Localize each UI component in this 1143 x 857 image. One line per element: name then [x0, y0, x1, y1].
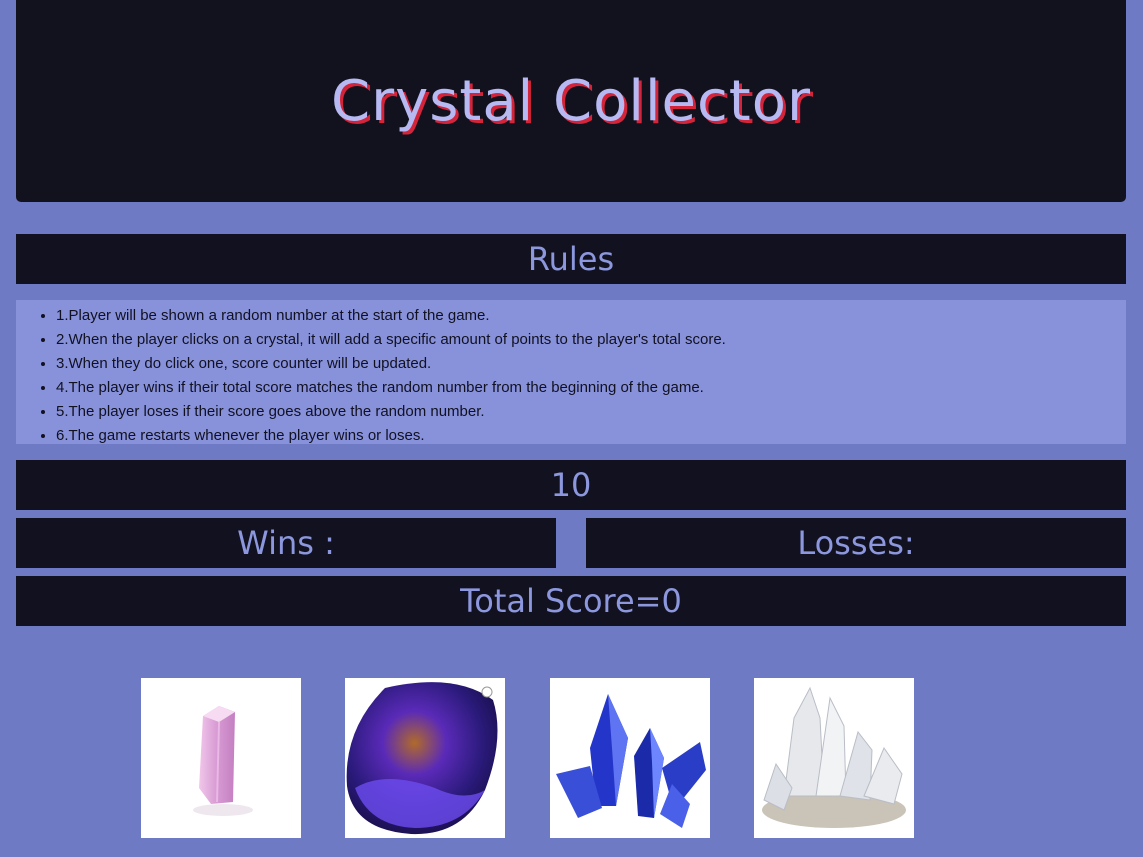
- target-number-panel: 10: [16, 460, 1126, 510]
- target-number: 10: [550, 466, 592, 504]
- blue-crystal-icon: [556, 694, 706, 828]
- rules-heading: Rules: [527, 240, 615, 278]
- rule-item: 3.When they do click one, score counter …: [56, 352, 1126, 376]
- rule-item: 4.The player wins if their total score m…: [56, 376, 1126, 400]
- total-score-panel: Total Score=0: [16, 576, 1126, 626]
- losses-panel: Losses:: [586, 518, 1126, 568]
- crystal-button-blue[interactable]: [550, 678, 710, 838]
- rule-item: 2.When the player clicks on a crystal, i…: [56, 328, 1126, 352]
- losses-label: Losses:: [797, 524, 915, 562]
- crystal-button-pink[interactable]: [141, 678, 301, 838]
- rules-list: 1.Player will be shown a random number a…: [16, 300, 1126, 444]
- header-banner: Crystal Collector: [16, 0, 1126, 202]
- opal-stone-icon: [346, 682, 498, 835]
- rule-item: 5.The player loses if their score goes a…: [56, 400, 1126, 424]
- crystal-button-quartz[interactable]: [754, 678, 914, 838]
- wins-panel: Wins :: [16, 518, 556, 568]
- pink-crystal-icon: [193, 706, 253, 816]
- total-score: Total Score=0: [460, 582, 682, 620]
- crystal-button-opal[interactable]: [345, 678, 505, 838]
- wins-label: Wins :: [237, 524, 335, 562]
- quartz-cluster-icon: [762, 686, 906, 828]
- rule-item: 6.The game restarts whenever the player …: [56, 424, 1126, 448]
- rule-item: 1.Player will be shown a random number a…: [56, 304, 1126, 328]
- rules-heading-bar: Rules: [16, 234, 1126, 284]
- page-title: Crystal Collector: [330, 68, 812, 134]
